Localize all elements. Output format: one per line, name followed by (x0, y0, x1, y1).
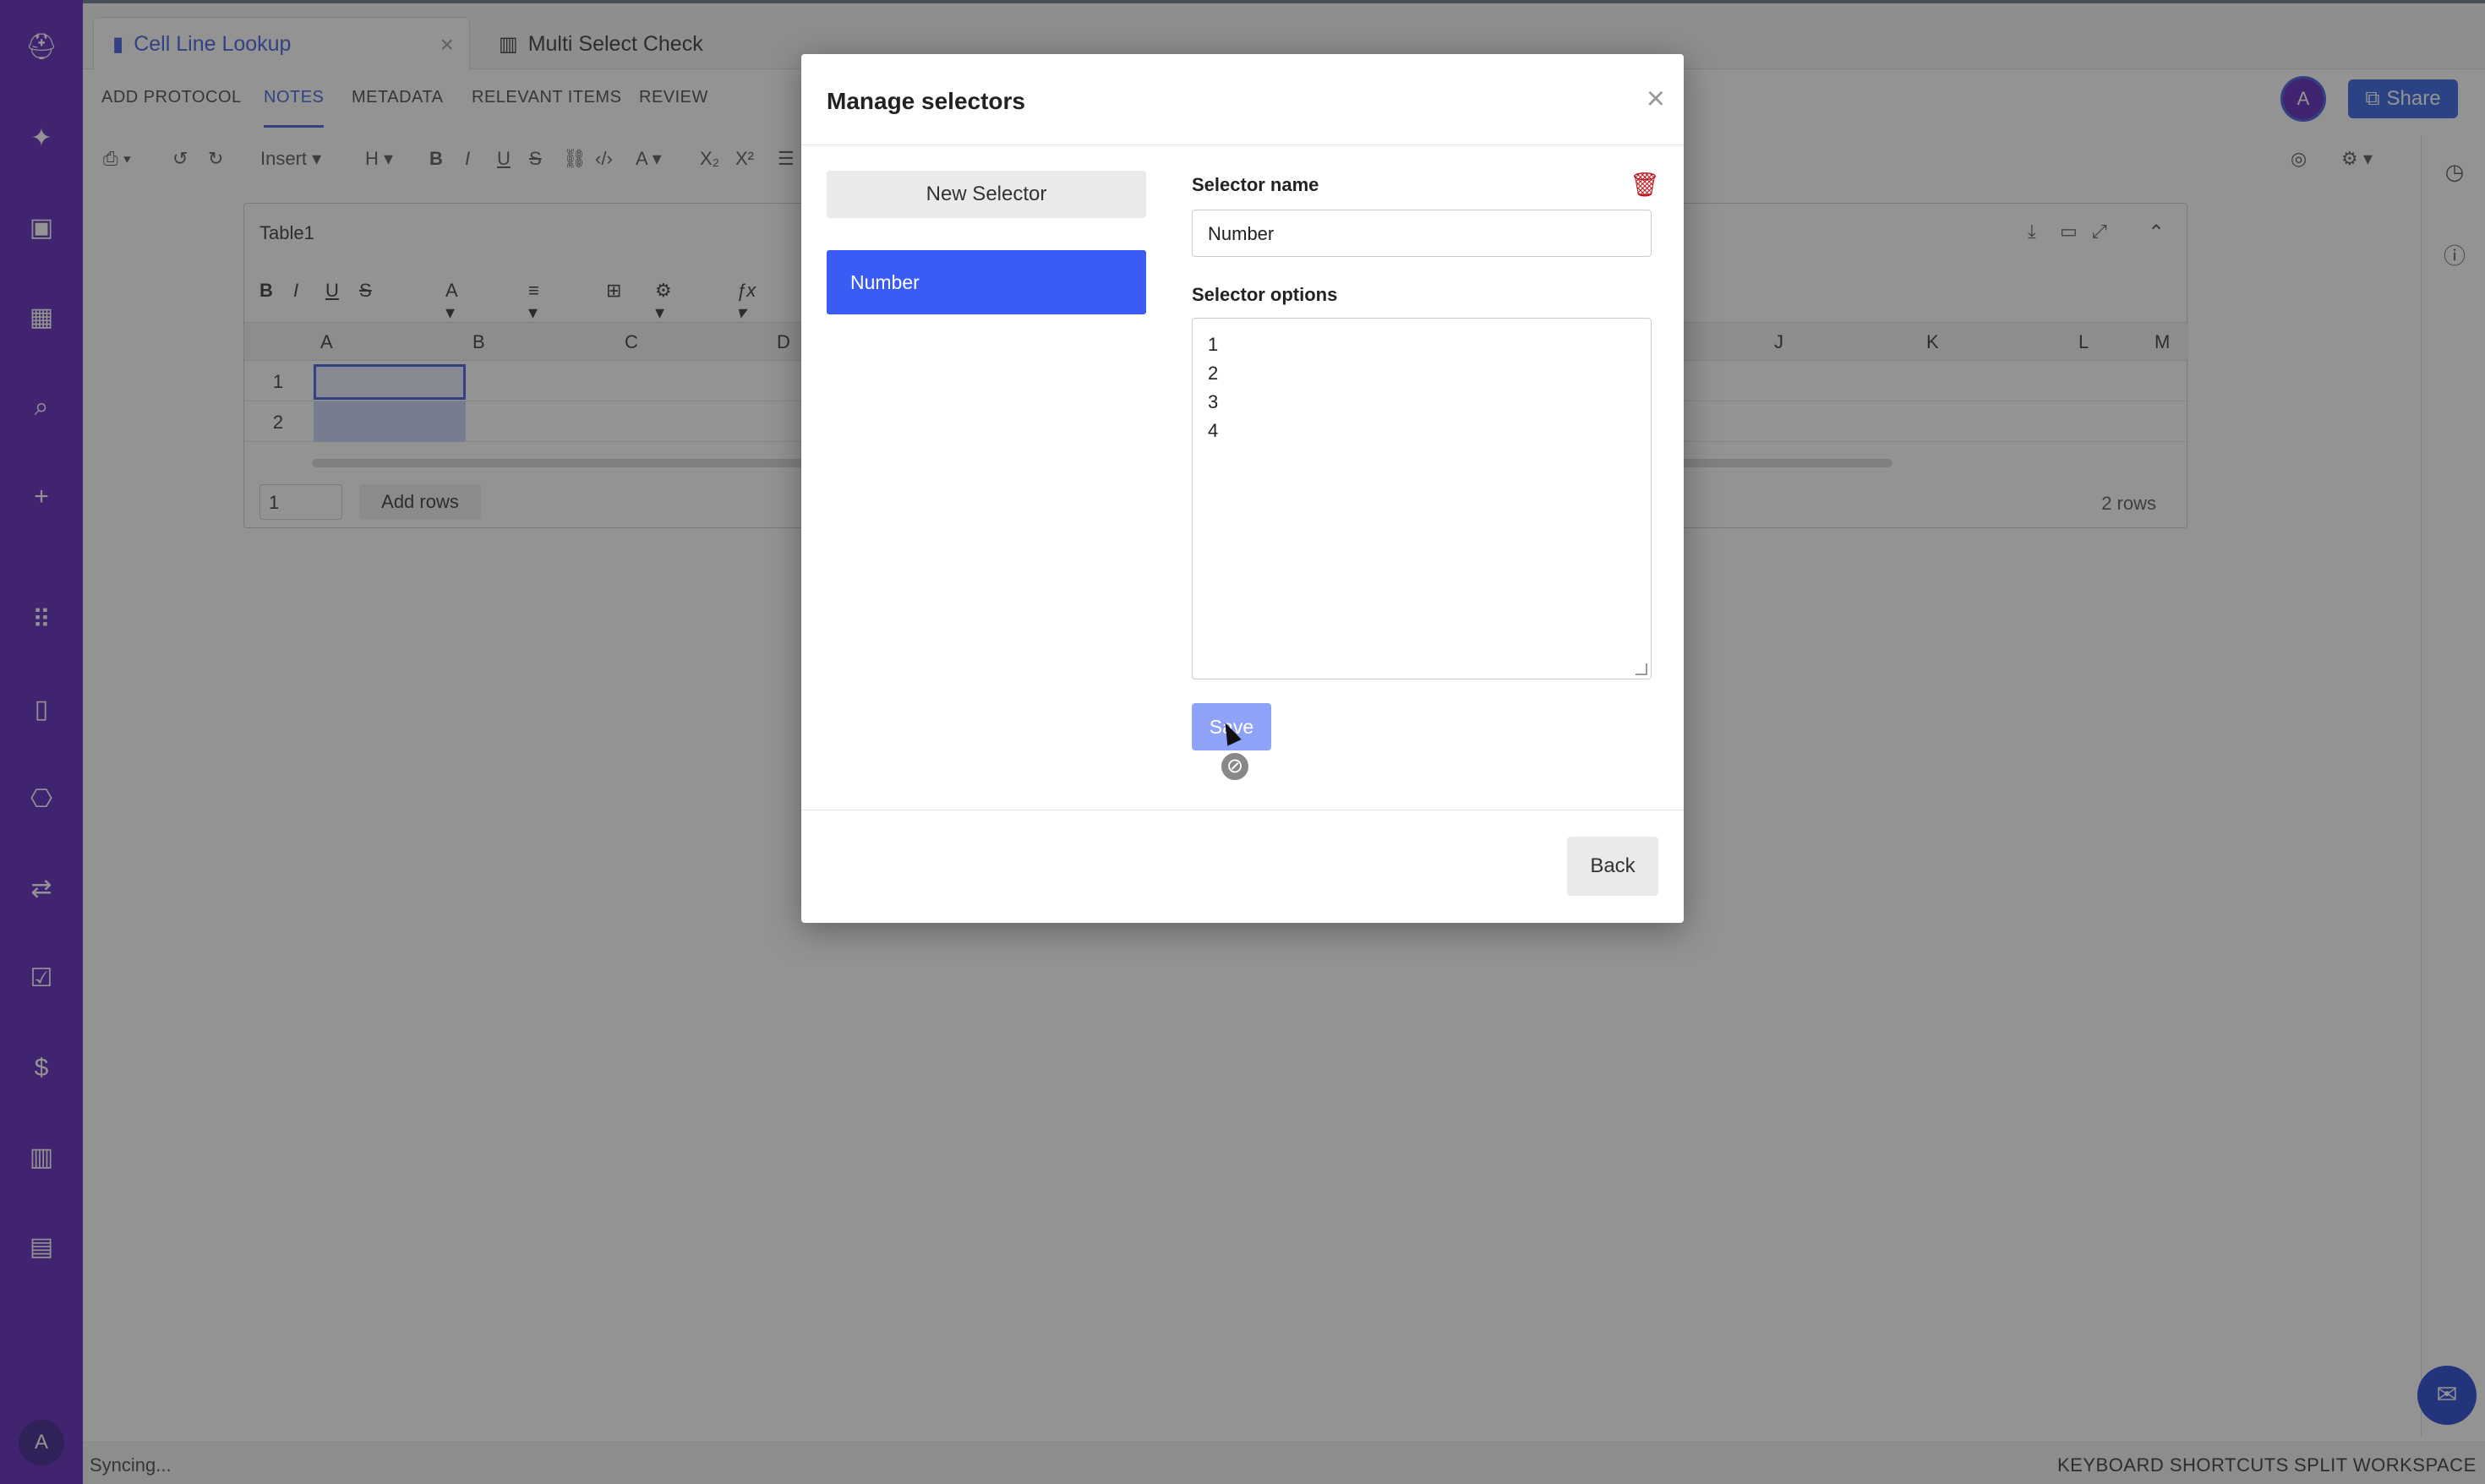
close-icon[interactable]: × (1647, 81, 1665, 117)
selector-name-input[interactable]: Number (1192, 210, 1652, 257)
modal-title: Manage selectors (827, 88, 1025, 114)
selector-options-label: Selector options (1192, 284, 1338, 305)
trash-icon[interactable]: 🗑 (1630, 172, 1660, 198)
option-line: 4 (1208, 420, 1219, 441)
resize-handle-icon[interactable] (1636, 663, 1647, 675)
modal-header: Manage selectors × (801, 54, 1684, 145)
new-selector-button[interactable]: New Selector (827, 171, 1146, 218)
option-line: 1 (1208, 334, 1219, 355)
selector-name-label: Selector name (1192, 174, 1319, 195)
selector-options-textarea[interactable]: 1 2 3 4 (1192, 318, 1652, 679)
manage-selectors-modal: Manage selectors × New Selector Number S… (801, 54, 1684, 923)
back-button[interactable]: Back (1567, 837, 1658, 896)
option-line: 2 (1208, 363, 1219, 384)
option-line: 3 (1208, 391, 1219, 412)
not-allowed-icon: ⊘ (1219, 750, 1251, 783)
selector-item-number[interactable]: Number (827, 250, 1146, 314)
